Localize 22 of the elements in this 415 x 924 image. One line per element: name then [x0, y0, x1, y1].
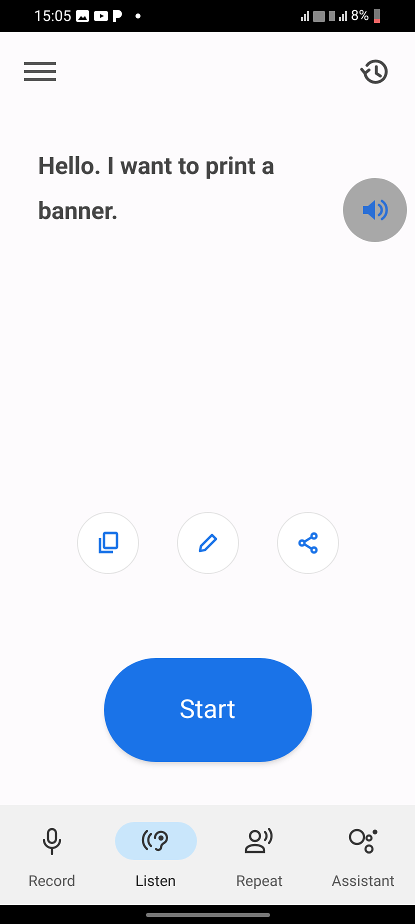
video-icon [94, 11, 108, 21]
nav-tab[interactable]: Listen [104, 822, 208, 892]
nav-tab[interactable]: Assistant [311, 822, 415, 892]
network-icon [328, 11, 335, 21]
nav-tab[interactable]: Record [0, 822, 104, 892]
battery-icon [373, 9, 381, 23]
volte-icon [312, 10, 325, 22]
transcript-text: Hello. I want to print a banner. [38, 151, 276, 227]
assistant-icon [348, 826, 378, 855]
person-speaking-icon [244, 826, 274, 855]
nav-tab[interactable]: Repeat [208, 822, 312, 892]
speaker-icon [361, 198, 389, 222]
signal-icon [300, 11, 309, 21]
share-icon [296, 531, 320, 555]
start-button[interactable]: Start [104, 658, 312, 762]
dot-icon [135, 13, 142, 19]
gallery-icon [76, 10, 90, 22]
menu-icon [24, 61, 56, 83]
status-time: 15:05 [34, 6, 72, 27]
signal-icon [338, 11, 347, 21]
parking-icon [113, 10, 122, 22]
battery-percent: 8% [350, 6, 369, 26]
